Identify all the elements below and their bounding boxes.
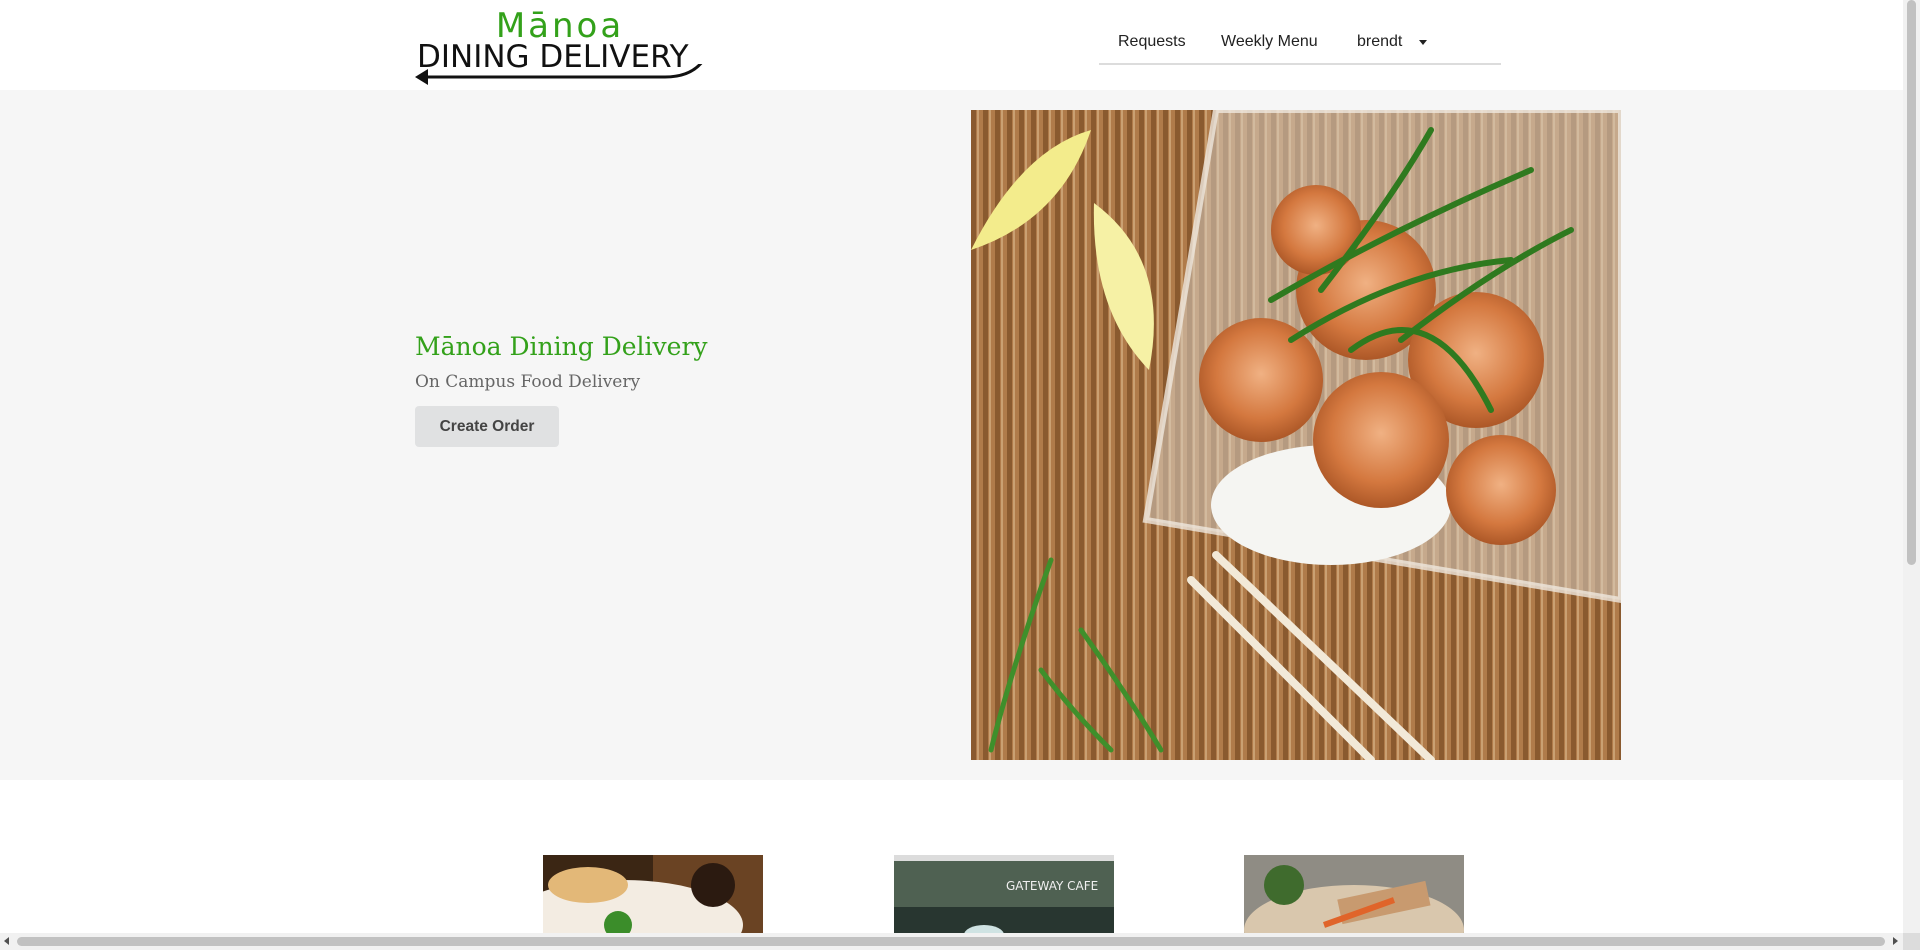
site-logo[interactable]: Mānoa DINING DELIVERY	[415, 6, 715, 88]
main-nav: Requests Weekly Menu brendt	[1099, 28, 1501, 65]
chevron-down-icon[interactable]	[1419, 40, 1427, 45]
horizontal-scrollbar-thumb[interactable]	[17, 937, 1885, 946]
restaurant-thumbnail[interactable]	[543, 855, 763, 933]
restaurant-thumbnail[interactable]	[1244, 855, 1464, 933]
create-order-button[interactable]: Create Order	[415, 406, 559, 447]
hero-title: Mānoa Dining Delivery	[415, 332, 708, 361]
scroll-left-icon[interactable]	[4, 937, 9, 945]
nav-weekly-menu[interactable]: Weekly Menu	[1221, 33, 1318, 51]
hero-food-image	[971, 110, 1621, 760]
vertical-scrollbar-thumb[interactable]	[1907, 0, 1916, 565]
horizontal-scrollbar[interactable]	[0, 933, 1903, 950]
page: Mānoa DINING DELIVERY Requests Weekly Me…	[0, 0, 1903, 933]
logo-arrow-icon	[415, 64, 703, 85]
vertical-scrollbar[interactable]	[1903, 0, 1920, 933]
scroll-right-icon[interactable]	[1893, 937, 1898, 945]
restaurant-thumbnail[interactable]: GATEWAY CAFE	[894, 855, 1114, 933]
hero-section: Mānoa Dining Delivery On Campus Food Del…	[0, 90, 1903, 780]
nav-requests[interactable]: Requests	[1118, 33, 1186, 51]
gateway-cafe-sign: GATEWAY CAFE	[1006, 879, 1098, 893]
header: Mānoa DINING DELIVERY Requests Weekly Me…	[0, 0, 1903, 90]
hero-subtitle: On Campus Food Delivery	[415, 372, 641, 392]
scrollbar-corner	[1903, 933, 1920, 950]
nav-user-dropdown[interactable]: brendt	[1357, 33, 1402, 51]
